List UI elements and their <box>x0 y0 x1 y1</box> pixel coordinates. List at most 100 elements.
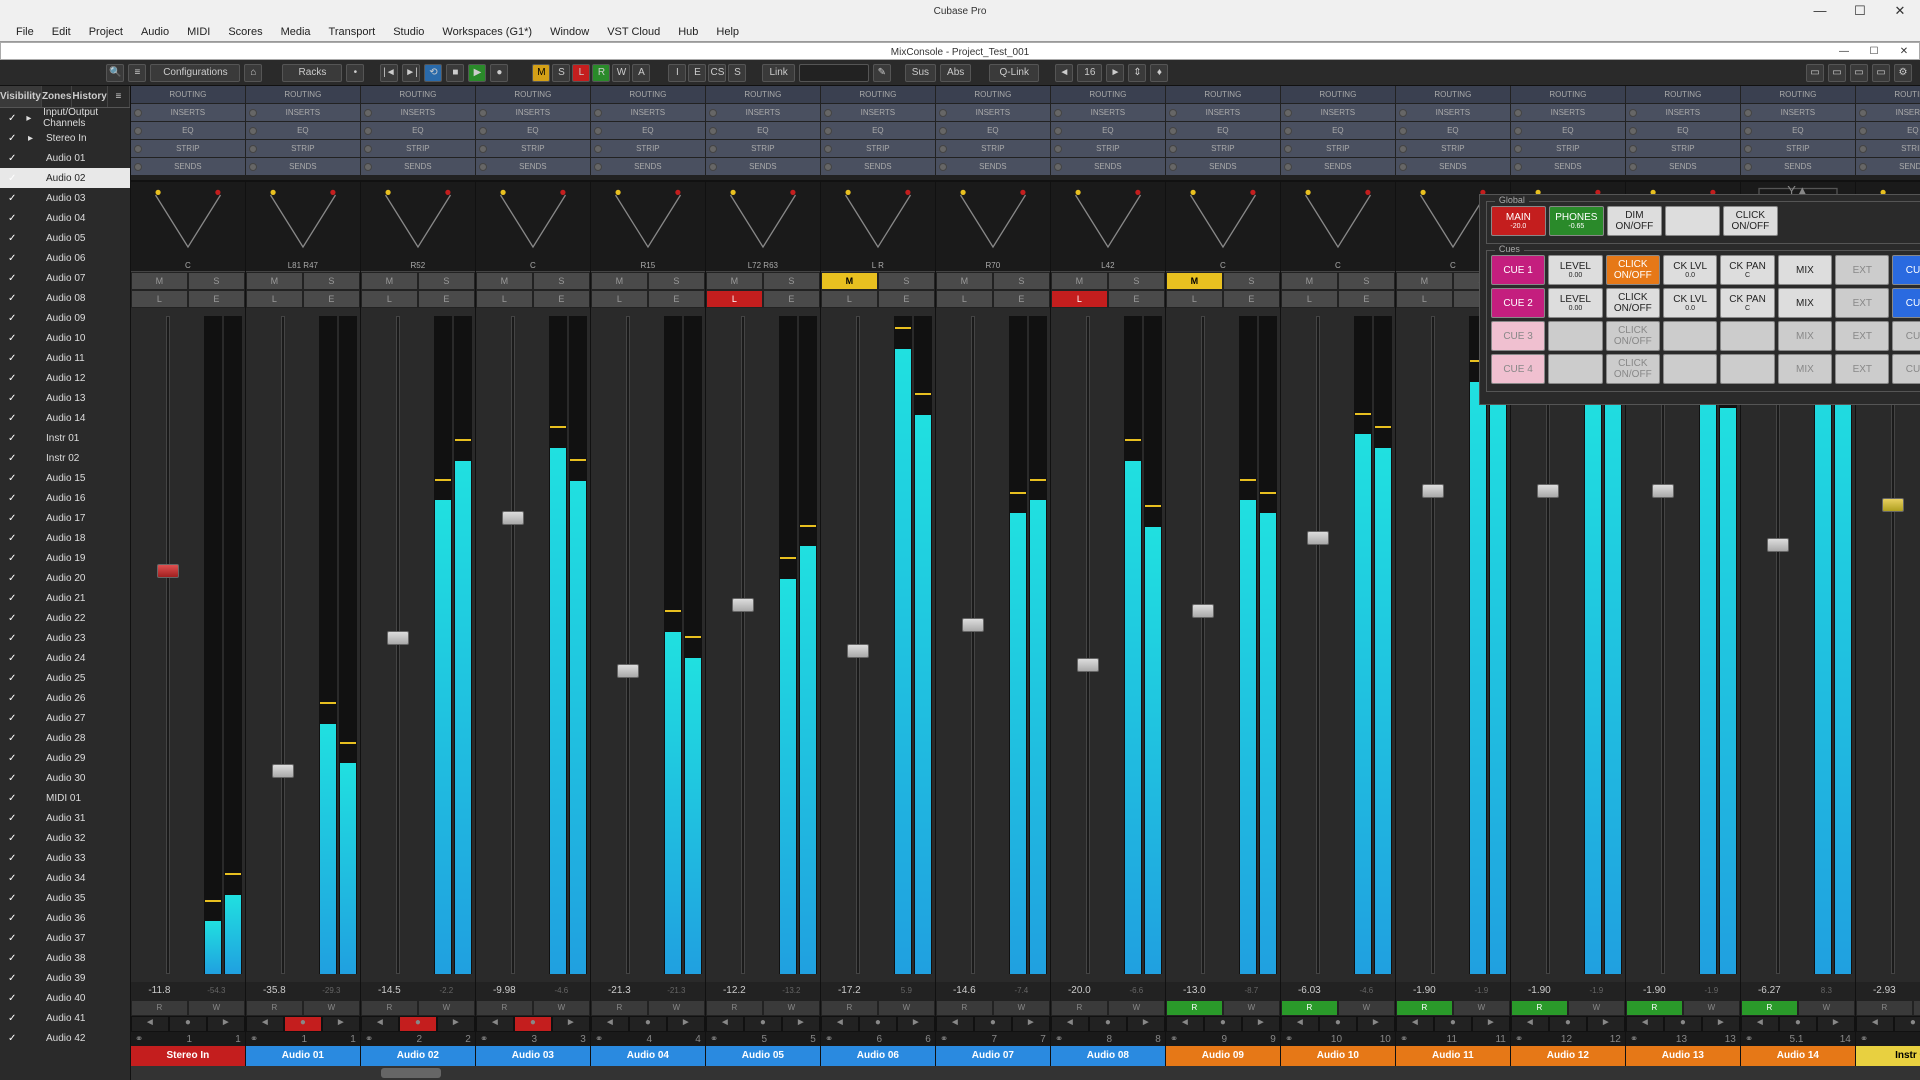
rack-eq[interactable]: EQ <box>591 122 706 139</box>
bypass-dot-icon[interactable] <box>1629 163 1637 171</box>
edit-button[interactable]: E <box>763 290 820 308</box>
monitor-icon[interactable]: ◄ <box>706 1016 744 1032</box>
bypass-dot-icon[interactable] <box>479 127 487 135</box>
link-row[interactable]: ⚭22 <box>361 1032 475 1046</box>
mute-button[interactable]: M <box>591 272 648 290</box>
bypass-dot-icon[interactable] <box>709 127 717 135</box>
solo-button[interactable]: S <box>1338 272 1395 290</box>
cr-button[interactable]: CLICK ON/OFF <box>1606 255 1660 285</box>
record-enable[interactable]: ● <box>1779 1016 1817 1032</box>
horizontal-scrollbar[interactable] <box>131 1066 1920 1080</box>
monitor-icon[interactable]: ◄ <box>1741 1016 1779 1032</box>
record-enable[interactable]: ● <box>974 1016 1012 1032</box>
rack-inserts[interactable]: INSERTS <box>131 104 246 121</box>
next-icon[interactable]: ► <box>322 1016 360 1032</box>
fader-value[interactable]: -13.0 <box>1166 982 1223 1000</box>
transport-end-icon[interactable]: ►| <box>402 64 420 82</box>
sub-minimize-button[interactable]: — <box>1829 43 1859 61</box>
record-enable[interactable]: ● <box>1089 1016 1127 1032</box>
monitor-icon[interactable]: ◄ <box>361 1016 399 1032</box>
solo-button[interactable]: S <box>1223 272 1280 290</box>
channel-item[interactable]: ✓Audio 15 <box>0 468 130 488</box>
bypass-dot-icon[interactable] <box>709 109 717 117</box>
state-L[interactable]: L <box>572 64 590 82</box>
rack-inserts[interactable]: INSERTS <box>821 104 936 121</box>
bypass-dot-icon[interactable] <box>249 109 257 117</box>
rack-inserts[interactable]: INSERTS <box>1166 104 1281 121</box>
layout-a-icon[interactable]: ▭ <box>1806 64 1824 82</box>
bypass-dot-icon[interactable] <box>1284 109 1292 117</box>
racks-dropdown[interactable]: Racks <box>282 64 342 82</box>
rack-inserts[interactable]: INSERTS <box>1051 104 1166 121</box>
cr-button[interactable]: CUES <box>1892 321 1920 351</box>
bypass-dot-icon[interactable] <box>1859 127 1867 135</box>
write-button[interactable]: W <box>648 1000 705 1016</box>
cr-button[interactable]: CK PANC <box>1720 255 1774 285</box>
write-button[interactable]: W <box>303 1000 360 1016</box>
rack-inserts[interactable]: INSERTS <box>591 104 706 121</box>
channel-item[interactable]: ✓Audio 35 <box>0 888 130 908</box>
minimize-button[interactable]: — <box>1800 3 1840 19</box>
peak-value[interactable]: -29.3 <box>303 982 360 1000</box>
tab-history[interactable]: History <box>72 86 107 107</box>
listen-button[interactable]: L <box>1281 290 1338 308</box>
fader-cap[interactable] <box>502 511 524 525</box>
rack-routing[interactable]: ROUTING <box>1051 86 1166 103</box>
sub-maximize-button[interactable]: ☐ <box>1859 43 1889 61</box>
read-button[interactable]: R <box>1166 1000 1223 1016</box>
bypass-dot-icon[interactable] <box>594 145 602 153</box>
channel-item[interactable]: ✓Audio 23 <box>0 628 130 648</box>
fader-cap[interactable] <box>1767 538 1789 552</box>
channel-item[interactable]: ✓Audio 27 <box>0 708 130 728</box>
bypass-dot-icon[interactable] <box>939 109 947 117</box>
write-button[interactable]: W <box>878 1000 935 1016</box>
cr-button[interactable]: EXT <box>1835 354 1889 384</box>
fader-value[interactable]: -1.90 <box>1511 982 1568 1000</box>
channel-name[interactable]: Audio 06 <box>821 1046 935 1066</box>
bypass-dot-icon[interactable] <box>364 109 372 117</box>
next-icon[interactable]: ► <box>782 1016 820 1032</box>
rack-strip[interactable]: STRIP <box>936 140 1051 157</box>
rack-routing[interactable]: ROUTING <box>706 86 821 103</box>
read-button[interactable]: R <box>1626 1000 1683 1016</box>
rack-eq[interactable]: EQ <box>1281 122 1396 139</box>
read-button[interactable]: R <box>1856 1000 1913 1016</box>
channel-item[interactable]: ✓Audio 09 <box>0 308 130 328</box>
fader-cap[interactable] <box>1537 484 1559 498</box>
channel-item[interactable]: ✓Audio 37 <box>0 928 130 948</box>
cr-button[interactable]: MIX <box>1778 255 1832 285</box>
menu-edit[interactable]: Edit <box>44 24 79 40</box>
fader-cap[interactable] <box>617 664 639 678</box>
monitor-icon[interactable]: ◄ <box>1051 1016 1089 1032</box>
cr-button[interactable]: CLICK ON/OFF <box>1723 206 1778 236</box>
menu-transport[interactable]: Transport <box>321 24 384 40</box>
cr-button[interactable] <box>1720 354 1774 384</box>
channel-item[interactable]: ✓Audio 17 <box>0 508 130 528</box>
bypass-dot-icon[interactable] <box>1054 145 1062 153</box>
layout-b-icon[interactable]: ▭ <box>1828 64 1846 82</box>
rack-routing[interactable]: ROUTING <box>246 86 361 103</box>
channel-item[interactable]: ✓Audio 08 <box>0 288 130 308</box>
monitor-icon[interactable]: ◄ <box>1396 1016 1434 1032</box>
channel-item[interactable]: ✓Instr 02 <box>0 448 130 468</box>
link-row[interactable]: ⚭33 <box>476 1032 590 1046</box>
record-enable[interactable]: ● <box>1664 1016 1702 1032</box>
listen-button[interactable]: L <box>246 290 303 308</box>
cr-button[interactable]: PHONES-0.65 <box>1549 206 1604 236</box>
fader-value[interactable]: -14.6 <box>936 982 993 1000</box>
menu-midi[interactable]: MIDI <box>179 24 218 40</box>
rack-eq[interactable]: EQ <box>131 122 246 139</box>
bypass-dot-icon[interactable] <box>249 127 257 135</box>
read-button[interactable]: R <box>591 1000 648 1016</box>
fader-cap[interactable] <box>847 644 869 658</box>
sub-close-button[interactable]: ✕ <box>1889 43 1919 61</box>
cr-button[interactable]: LEVEL0.00 <box>1548 288 1602 318</box>
fader-value[interactable]: -11.8 <box>131 982 188 1000</box>
record-button[interactable]: ● <box>490 64 508 82</box>
solo-button[interactable]: S <box>533 272 590 290</box>
fader-cap[interactable] <box>157 564 179 578</box>
rack-eq[interactable]: EQ <box>1511 122 1626 139</box>
record-enable[interactable]: ● <box>1434 1016 1472 1032</box>
rack-strip[interactable]: STRIP <box>1166 140 1281 157</box>
monitor-icon[interactable]: ◄ <box>1281 1016 1319 1032</box>
